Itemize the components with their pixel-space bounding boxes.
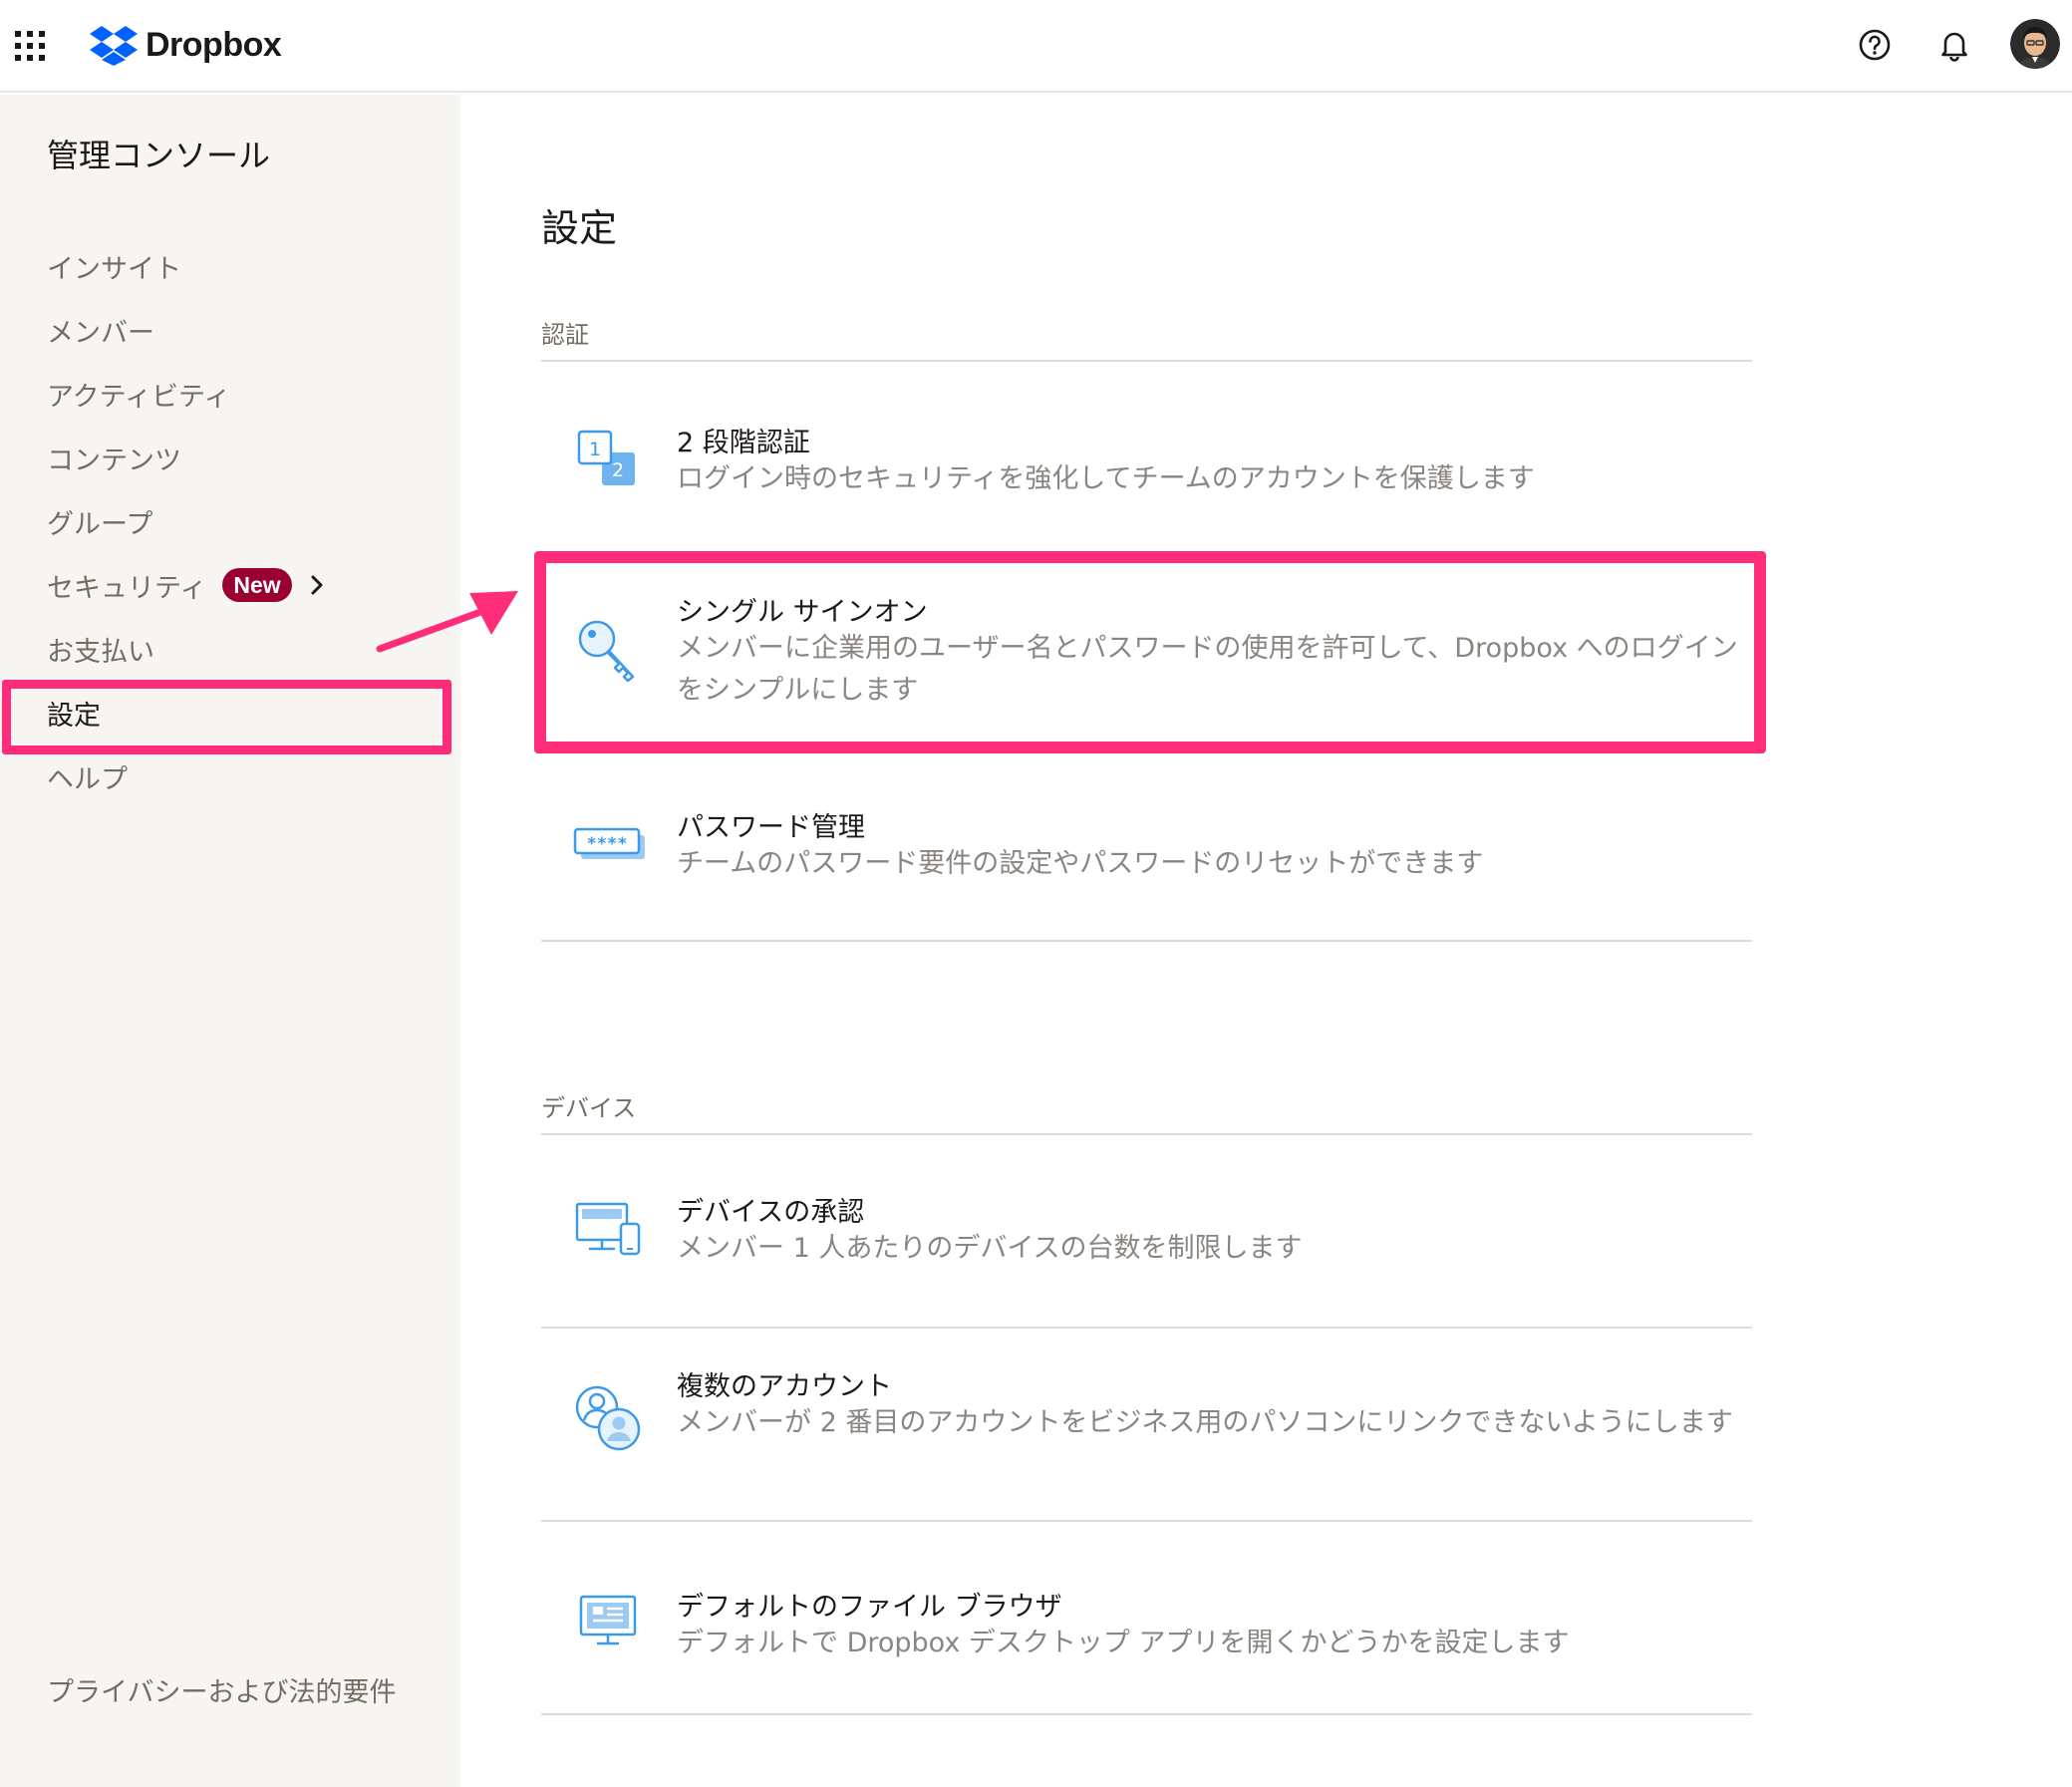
divider xyxy=(541,1327,1752,1329)
svg-text:****: **** xyxy=(587,834,628,854)
sidebar-item-label: グループ xyxy=(47,508,153,540)
password-management-row[interactable]: **** パスワード管理 チームのパスワード要件の設定やパスワードのリセットがで… xyxy=(541,787,1752,937)
svg-text:1: 1 xyxy=(589,439,601,460)
sidebar-item-label: ヘルプ xyxy=(47,763,128,795)
sidebar-item-label: お支払い xyxy=(47,636,154,668)
row-title: 複数のアカウント xyxy=(677,1371,892,1402)
devices-icon xyxy=(573,1198,645,1270)
row-title: デバイスの承認 xyxy=(677,1197,865,1228)
row-title: シングル サインオン xyxy=(677,597,928,628)
page-title: 設定 xyxy=(541,206,618,250)
row-title: デフォルトのファイル ブラウザ xyxy=(677,1592,1062,1623)
brand-name: Dropbox xyxy=(146,25,282,64)
sidebar-item-insights[interactable]: インサイト xyxy=(47,246,181,286)
divider xyxy=(541,1713,1752,1715)
two-step-icon: 2 1 xyxy=(573,423,645,494)
sidebar-item-label: アクティビティ xyxy=(47,381,231,413)
row-description: ログイン時のセキュリティを強化してチームのアカウントを保護します xyxy=(677,463,1535,494)
section-label-authentication: 認証 xyxy=(541,321,589,349)
row-description: メンバーが 2 番目のアカウントをビジネス用のパソコンにリンクできないようにしま… xyxy=(677,1407,1733,1438)
privacy-legal-link[interactable]: プライバシーおよび法的要件 xyxy=(47,1672,406,1714)
row-description: チームのパスワード要件の設定やパスワードのリセットができます xyxy=(677,848,1484,879)
sidebar-item-label: メンバー xyxy=(47,317,154,349)
sidebar-item-billing[interactable]: お支払い xyxy=(47,629,154,669)
sidebar-item-security[interactable]: セキュリティ New xyxy=(47,565,328,605)
row-title: 2 段階認証 xyxy=(677,428,810,458)
default-file-browser-row[interactable]: デフォルトのファイル ブラウザ デフォルトで Dropbox デスクトップ アプ… xyxy=(541,1563,1752,1712)
avatar[interactable] xyxy=(2010,19,2060,69)
multiple-accounts-row[interactable]: 複数のアカウント メンバーが 2 番目のアカウントをビジネス用のパソコンにリンク… xyxy=(541,1347,1752,1517)
dropbox-logo-icon xyxy=(90,24,138,66)
apps-grid-icon[interactable] xyxy=(12,28,48,64)
dropbox-home-link[interactable]: Dropbox xyxy=(90,20,282,70)
single-sign-on-row[interactable]: シングル サインオン メンバーに企業用のユーザー名とパスワードの使用を許可して、… xyxy=(541,575,1752,731)
bell-icon[interactable] xyxy=(1931,22,1977,68)
row-title: パスワード管理 xyxy=(677,812,865,843)
multiple-accounts-icon xyxy=(573,1383,645,1455)
row-description: メンバー 1 人あたりのデバイスの台数を制限します xyxy=(677,1233,1303,1264)
section-label-devices: デバイス xyxy=(541,1094,637,1122)
help-icon[interactable] xyxy=(1852,22,1898,68)
sidebar-highlight-box xyxy=(2,680,451,754)
sidebar-item-label: インサイト xyxy=(47,253,181,285)
sidebar-item-help[interactable]: ヘルプ xyxy=(47,756,128,796)
sidebar: 管理コンソール インサイト メンバー アクティビティ コンテンツ グループ セキ… xyxy=(0,95,460,1787)
key-icon xyxy=(573,615,645,687)
password-icon: **** xyxy=(573,807,645,879)
divider xyxy=(541,940,1752,942)
svg-text:2: 2 xyxy=(612,459,624,481)
console-title: 管理コンソール xyxy=(47,137,271,174)
divider xyxy=(541,360,1752,362)
sidebar-item-label: コンテンツ xyxy=(47,445,181,476)
sidebar-item-groups[interactable]: グループ xyxy=(47,501,152,541)
sidebar-item-label: セキュリティ xyxy=(47,572,207,604)
divider xyxy=(541,1133,1752,1135)
row-description: デフォルトで Dropbox デスクトップ アプリを開くかどうかを設定します xyxy=(677,1628,1570,1658)
annotation-arrow-icon xyxy=(376,591,518,653)
desktop-app-icon xyxy=(573,1589,645,1660)
sidebar-item-members[interactable]: メンバー xyxy=(47,310,154,350)
row-description: メンバーに企業用のユーザー名とパスワードの使用を許可して、Dropbox へのロ… xyxy=(677,633,1738,706)
top-bar: Dropbox xyxy=(0,0,2072,93)
chevron-right-icon xyxy=(311,575,323,595)
sidebar-item-content[interactable]: コンテンツ xyxy=(47,438,181,477)
sidebar-item-activity[interactable]: アクティビティ xyxy=(47,374,230,414)
device-approvals-row[interactable]: デバイスの承認 メンバー 1 人あたりのデバイスの台数を制限します xyxy=(541,1174,1752,1324)
new-badge: New xyxy=(222,568,292,602)
divider xyxy=(541,1520,1752,1522)
two-step-verification-row[interactable]: 2 1 2 段階認証 ログイン時のセキュリティを強化してチームのアカウントを保護… xyxy=(541,399,1752,528)
